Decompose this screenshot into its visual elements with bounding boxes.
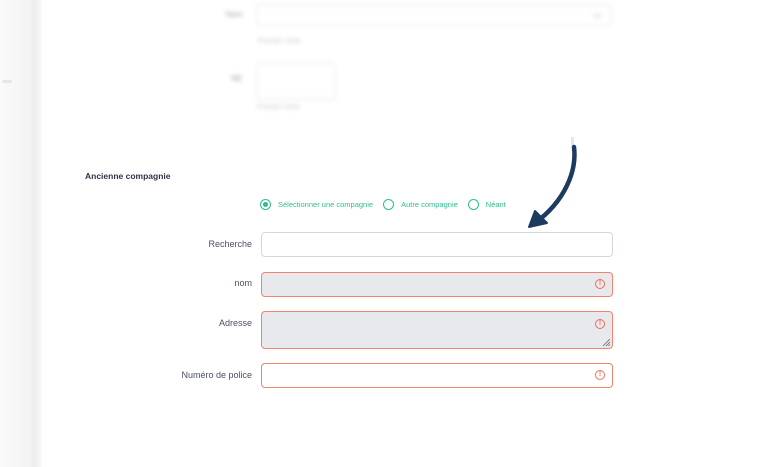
radio-label: Autre compagnie [401, 200, 458, 209]
blurred-form-area: Nom Premier choix NE Premier choix [0, 0, 762, 125]
radio-none[interactable]: Néant [467, 199, 506, 210]
adresse-textarea[interactable]: ! [261, 311, 613, 349]
alert-circle-icon: ! [595, 279, 605, 289]
nom-field[interactable]: ! [261, 272, 613, 297]
radio-unchecked-icon[interactable] [383, 199, 395, 210]
blur-label-2: NE [231, 74, 243, 83]
radio-label: Sélectionner une compagnie [278, 200, 374, 209]
radio-other-company[interactable]: Autre compagnie [383, 199, 458, 210]
blur-label-1: Nom [226, 10, 243, 19]
annotation-arrow-icon [528, 144, 577, 228]
blur-hint-2: Premier choix [257, 104, 300, 111]
police-input[interactable]: ! [261, 363, 613, 388]
adresse-label: Adresse [218, 318, 252, 328]
radio-unchecked-icon[interactable] [467, 199, 479, 210]
chevron-down-icon [592, 8, 603, 19]
recherche-label: Recherche [208, 239, 252, 249]
blur-select [256, 4, 612, 26]
police-label: Numéro de police [181, 370, 252, 380]
section-title: Ancienne compagnie [85, 171, 171, 181]
alert-circle-icon: ! [595, 370, 605, 380]
radio-checked-icon[interactable] [260, 199, 271, 210]
blur-hint-1: Premier choix [258, 38, 301, 45]
company-radio-group: Sélectionner une compagnie Autre compagn… [260, 199, 516, 210]
blur-small-input [256, 63, 336, 100]
radio-label: Néant [485, 200, 506, 209]
alert-circle-icon: ! [595, 319, 605, 329]
radio-select-company[interactable]: Sélectionner une compagnie [260, 199, 373, 210]
resize-handle-icon[interactable] [601, 337, 611, 347]
nom-label: nom [234, 278, 252, 288]
recherche-input[interactable] [261, 232, 613, 257]
